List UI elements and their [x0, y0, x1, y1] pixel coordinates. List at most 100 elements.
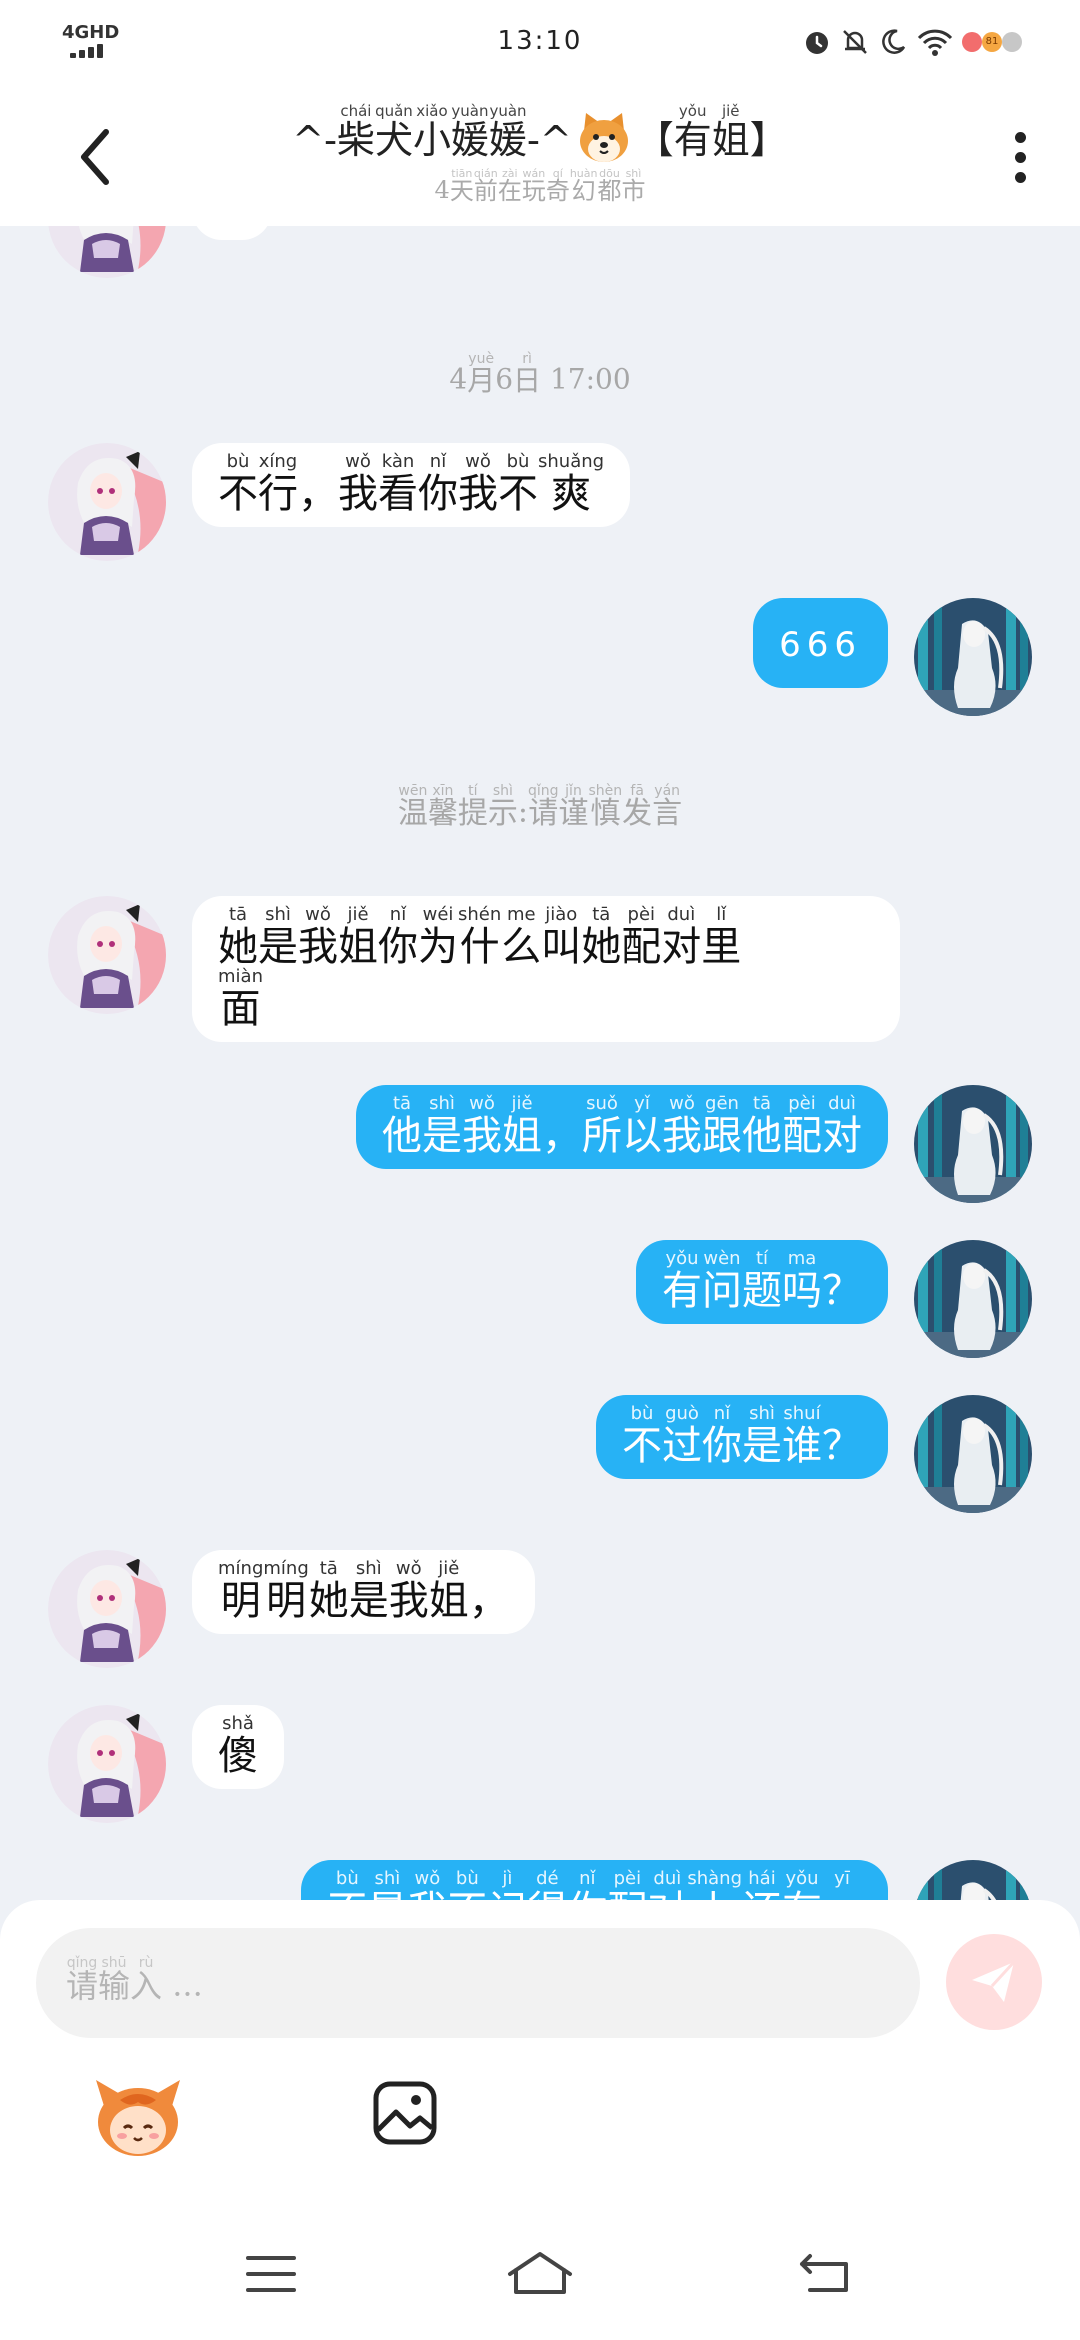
ruby-char: jiě 姐	[429, 1560, 469, 1623]
hanzi: 玩	[521, 177, 546, 205]
sticker-button[interactable]	[90, 2072, 186, 2162]
ruby-char: miàn 面	[218, 966, 263, 1032]
ruby-char: xīn 馨	[428, 784, 458, 830]
pinyin: yuàn	[451, 102, 489, 120]
ruby-char: míng 明	[263, 1560, 308, 1624]
pinyin: wéi	[422, 904, 454, 925]
ruby-char: fā 发	[622, 784, 652, 830]
pinyin: ma	[787, 1248, 817, 1269]
hanzi: 么	[501, 924, 542, 970]
hanzi: 媛	[450, 118, 489, 162]
ruby-char: me 么	[501, 906, 542, 970]
moon-icon	[882, 29, 906, 54]
contact-avatar[interactable]	[48, 443, 166, 561]
ruby-char: shū 输	[98, 1956, 130, 2004]
pinyin: shì	[265, 904, 291, 925]
hanzi: 我	[338, 471, 378, 517]
pinyin: suǒ	[586, 1093, 618, 1114]
ruby-char: jǐn 谨	[559, 784, 589, 830]
user-avatar[interactable]	[914, 1395, 1032, 1513]
image-icon	[373, 2081, 437, 2145]
hanzi: 不	[218, 471, 258, 517]
pinyin: nǐ	[429, 451, 447, 472]
pinyin: jiào	[545, 904, 578, 925]
hanzi: 叫	[541, 924, 582, 970]
hanzi: 我	[462, 1113, 502, 1159]
ruby-char: wēn 温	[398, 784, 428, 830]
ruby-char: tā 她	[218, 906, 258, 969]
ruby-char: shǎ 傻	[218, 1715, 258, 1779]
dog-face-emoji	[576, 109, 632, 165]
message-bubble: shǎ 傻	[192, 1705, 284, 1789]
hanzi: 过	[662, 1423, 702, 1469]
ruby-char: shì是	[258, 904, 298, 970]
hanzi: 看	[378, 471, 418, 517]
message-bubble: 666	[753, 598, 888, 688]
pinyin: tā	[592, 904, 611, 925]
user-avatar[interactable]	[914, 1085, 1032, 1203]
pinyin: chái	[340, 102, 372, 120]
pinyin: míng	[218, 1558, 264, 1579]
ruby-char: zài 在	[498, 168, 522, 204]
back-icon[interactable]	[796, 2250, 854, 2296]
ruby-char: chái 柴	[337, 104, 375, 161]
message-line: bù 不 xíng 行， wǒ 我 kàn 看 nǐ 你 wǒ 我 bù 不 shuǎng 爽	[218, 451, 604, 517]
hanzi: 犬	[374, 118, 413, 162]
text-fragment: -^	[527, 118, 572, 162]
pinyin: quǎn	[375, 102, 413, 120]
message-bubble: yǒu 有 wèn 问 tí 题 ma 吗？	[636, 1240, 888, 1324]
image-picker-button[interactable]	[370, 2078, 440, 2148]
contact-avatar[interactable]	[48, 1550, 166, 1668]
ruby-char: pèi配	[782, 1095, 822, 1158]
text-fragment: 4	[434, 176, 450, 205]
pinyin: jiě	[721, 102, 740, 120]
message-bubble: míng 明 míng 明 tā 她 shì 是 wǒ 我 jiě 姐，	[192, 1550, 535, 1634]
text-fragment: :	[517, 794, 528, 830]
pinyin: bù	[335, 1868, 359, 1889]
hanzi: 我	[458, 471, 498, 517]
pinyin: xíng	[258, 451, 298, 472]
menu-icon[interactable]	[244, 2252, 298, 2296]
pinyin: shì	[374, 1868, 401, 1889]
contact-name[interactable]: ^- chái 柴 quǎn 犬 xiǎo 小 yuàn 媛 yuàn 媛 -^ 【yǒu 有 jiě 姐】	[0, 102, 1080, 162]
hanzi: 明	[266, 1578, 307, 1624]
message-input[interactable]: qǐng 请 shū 输 rù 入 ...	[36, 1928, 920, 2038]
home-icon[interactable]	[504, 2248, 576, 2298]
pinyin: yǒu	[785, 1868, 819, 1889]
battery-level: 81	[982, 32, 1002, 52]
ruby-char: nǐ你	[418, 451, 458, 516]
user-avatar[interactable]	[914, 598, 1032, 716]
ruby-char: shuí 谁	[782, 1405, 822, 1468]
hanzi: 面	[220, 986, 261, 1032]
hanzi: 傻	[218, 1733, 258, 1779]
text-fragment: 【	[635, 118, 674, 162]
ruby-char: shì是	[349, 1560, 389, 1623]
more-options-button[interactable]	[1000, 126, 1040, 196]
user-avatar[interactable]	[914, 1240, 1032, 1358]
ruby-char: xíng 行	[258, 451, 298, 516]
ruby-char: qǐng 请	[66, 1956, 98, 2004]
pinyin: yǒu	[665, 1248, 699, 1269]
hanzi: 我	[662, 1113, 702, 1159]
ruby-char: duì对	[661, 906, 701, 969]
hanzi: 对	[822, 1113, 862, 1159]
pinyin: shén	[458, 904, 502, 925]
status-bar: 4GHD 13:10 81	[0, 0, 1080, 86]
ruby-char: shì是	[422, 1095, 462, 1158]
text-fragment: ？	[822, 1268, 862, 1314]
send-button[interactable]	[946, 1934, 1042, 2030]
alarm-icon	[806, 32, 828, 54]
more-vertical-icon	[1000, 132, 1040, 183]
message-bubble: tā 她 shì 是 wǒ 我 jiě 姐 nǐ 你 wéi 为 shén 什 me 么 jiào 叫 tā 她 pèi…	[192, 896, 900, 1042]
hanzi: 是	[258, 924, 298, 970]
pinyin: gēn	[705, 1093, 739, 1114]
contact-avatar[interactable]	[48, 896, 166, 1014]
hanzi: 她	[308, 1578, 349, 1624]
pinyin: miàn	[218, 966, 263, 987]
contact-avatar[interactable]	[48, 1705, 166, 1823]
ruby-char: jiào 叫	[541, 904, 582, 970]
hanzi: 示	[487, 796, 518, 831]
status-icons: 81	[802, 24, 1024, 60]
text-fragment: ^-	[292, 118, 337, 162]
pinyin: duì	[653, 1868, 682, 1889]
